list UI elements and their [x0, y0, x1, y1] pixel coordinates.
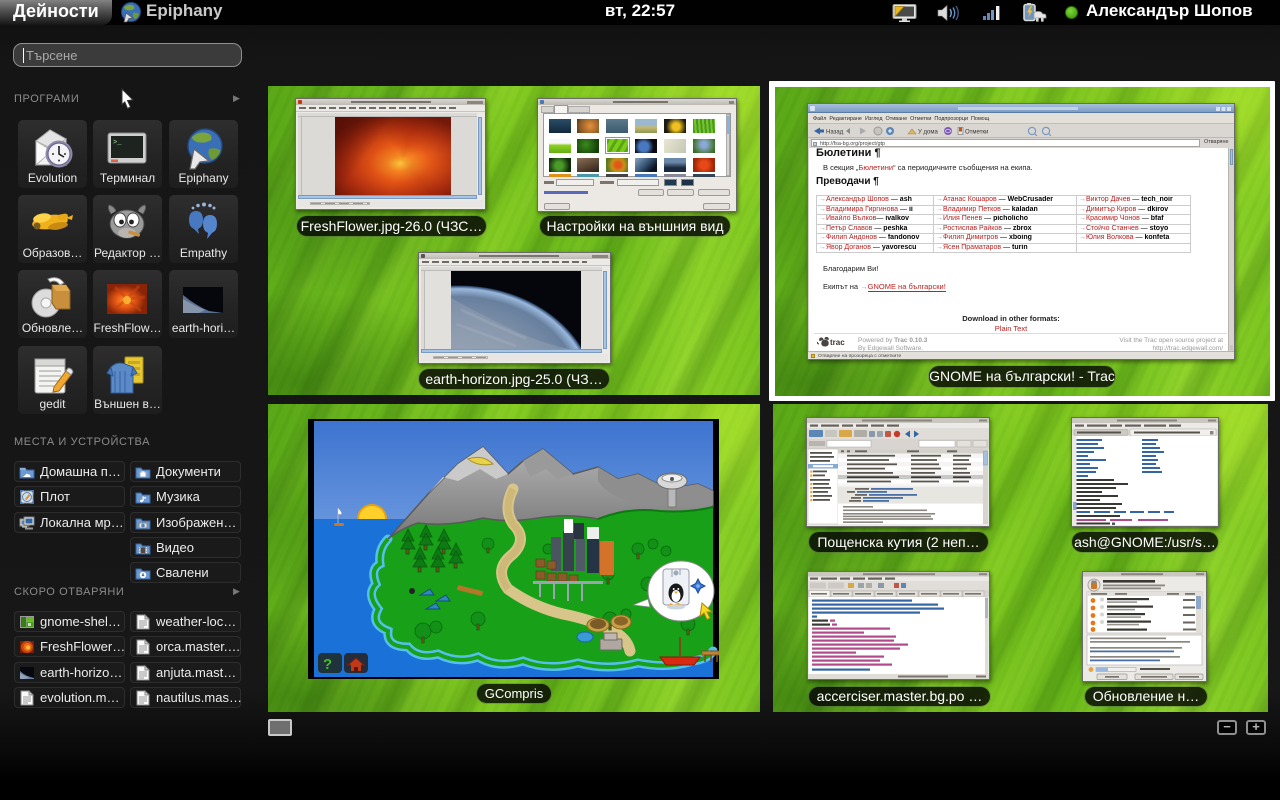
svg-text:Отметки: Отметки — [965, 130, 988, 136]
svg-text:trac: trac — [830, 338, 845, 347]
svg-text:У дома: У дома — [918, 130, 938, 136]
svg-text:?: ? — [323, 656, 332, 673]
svg-text:>_: >_ — [113, 139, 122, 147]
svg-text:Назад: Назад — [826, 130, 844, 136]
